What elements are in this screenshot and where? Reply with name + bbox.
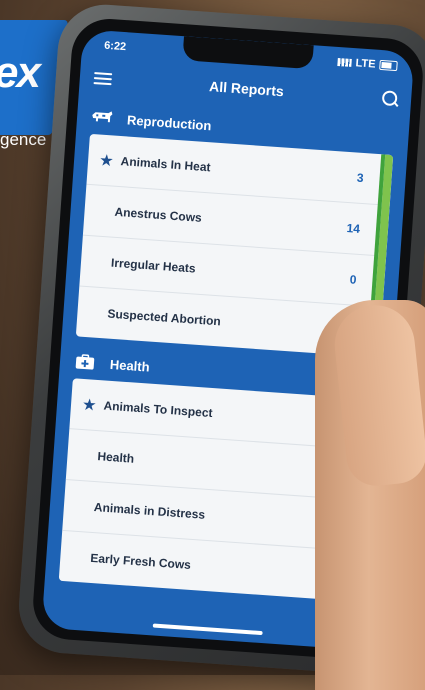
status-indicators: LTE — [337, 56, 398, 72]
row-label: Health — [97, 449, 135, 466]
section-title: Health — [109, 356, 151, 375]
search-icon[interactable] — [381, 89, 400, 108]
home-indicator[interactable] — [152, 623, 263, 636]
status-time: 6:22 — [103, 39, 127, 54]
brand-logo-text: ex — [0, 48, 41, 97]
brand-tagline: gence — [0, 130, 47, 149]
section-title: Reproduction — [126, 111, 212, 133]
star-icon: ★ — [99, 151, 114, 169]
battery-icon — [379, 59, 398, 72]
signal-icon — [337, 57, 352, 67]
row-count: 0 — [349, 272, 357, 287]
row-label: Irregular Heats — [110, 255, 197, 276]
medical-kit-icon — [71, 352, 98, 372]
row-label: Animals To Inspect — [103, 398, 213, 421]
row-label: Suspected Abortion — [106, 306, 222, 329]
row-count: 3 — [356, 170, 365, 186]
carrier-label: LTE — [355, 57, 376, 71]
cow-icon — [89, 108, 116, 128]
row-count: 14 — [346, 221, 361, 236]
row-label: Anestrus Cows — [114, 204, 203, 225]
page-title: All Reports — [208, 78, 285, 100]
row-label: Animals in Distress — [93, 500, 206, 522]
hamburger-menu-icon[interactable] — [93, 72, 113, 86]
star-icon: ★ — [82, 395, 97, 413]
row-label: Early Fresh Cows — [89, 550, 192, 572]
row-label: Animals In Heat — [120, 154, 212, 175]
